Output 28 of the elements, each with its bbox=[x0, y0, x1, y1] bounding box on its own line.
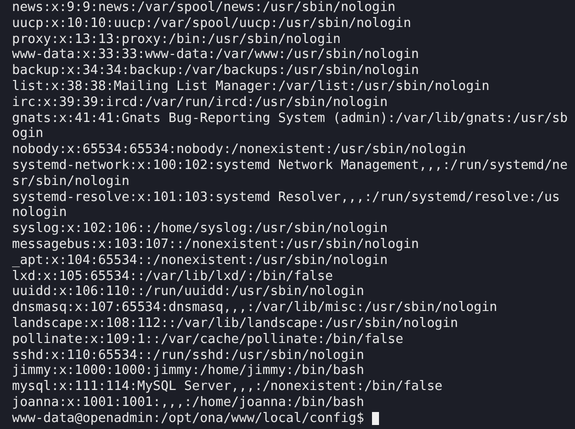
output-line: list:x:38:38:Mailing List Manager:/var/list:/usr/sbin/nologin bbox=[12, 78, 490, 95]
output-line: www-data:x:33:33:www-data:/var/www:/usr/sbin/nologin bbox=[12, 47, 419, 64]
output-line: nobody:x:65534:65534:nobody:/nonexistent:/usr/sbin/nologin bbox=[12, 142, 466, 158]
output-line: systemd-network:x:100:102:systemd Network Management,,,:/run/systemd/ne bbox=[12, 158, 568, 174]
output-line: syslog:x:102:106::/home/syslog:/usr/sbin/nologin bbox=[12, 221, 388, 237]
output-line: backup:x:34:34:backup:/var/backups:/usr/sbin/nologin bbox=[12, 63, 419, 79]
output-line: messagebus:x:103:107::/nonexistent:/usr/sbin/nologin bbox=[12, 236, 419, 253]
output-line: nologin bbox=[12, 205, 67, 222]
cursor-icon bbox=[372, 412, 380, 426]
output-line: uucp:x:10:10:uucp:/var/spool/uucp:/usr/sbin/nologin bbox=[12, 16, 412, 32]
output-line: dnsmasq:x:107:65534:dnsmasq,,,:/var/lib/misc:/usr/sbin/nologin bbox=[12, 300, 498, 316]
output-line: lxd:x:105:65534::/var/lib/lxd/:/bin/false bbox=[12, 268, 333, 284]
output-line: news:x:9:9:news:/var/spool/news:/usr/sbin/nologin bbox=[12, 0, 396, 16]
output-line: _apt:x:104:65534::/nonexistent:/usr/sbin/nologin bbox=[12, 252, 388, 269]
output-line: jimmy:x:1000:1000:jimmy:/home/jimmy:/bin/bash bbox=[12, 363, 364, 380]
output-line: landscape:x:108:112::/var/lib/landscape:/usr/sbin/nologin bbox=[12, 316, 458, 332]
output-line: ogin bbox=[12, 126, 44, 142]
output-line: irc:x:39:39:ircd:/var/run/ircd:/usr/sbin/nologin bbox=[12, 94, 388, 111]
output-line: pollinate:x:109:1::/var/cache/pollinate:/bin/false bbox=[12, 332, 404, 348]
output-line: sshd:x:110:65534::/run/sshd:/usr/sbin/nologin bbox=[12, 348, 364, 364]
output-line: sr/sbin/nologin bbox=[12, 174, 130, 190]
shell-prompt: www-data@openadmin:/opt/ona/www/local/config$ bbox=[12, 410, 364, 427]
output-line: joanna:x:1001:1001:,,,:/home/joanna:/bin/bash bbox=[12, 394, 364, 411]
output-line: gnats:x:41:41:Gnats Bug-Reporting System (admin):/var/lib/gnats:/usr/sb bbox=[12, 110, 568, 126]
output-line: systemd-resolve:x:101:103:systemd Resolver,,,:/run/systemd/resolve:/us bbox=[12, 190, 560, 206]
output-line: proxy:x:13:13:proxy:/bin:/usr/sbin/nologin bbox=[12, 32, 341, 48]
output-line: uuidd:x:106:110::/run/uuidd:/usr/sbin/nologin bbox=[12, 284, 364, 300]
output-line: mysql:x:111:114:MySQL Server,,,:/nonexistent:/bin/false bbox=[12, 379, 442, 395]
